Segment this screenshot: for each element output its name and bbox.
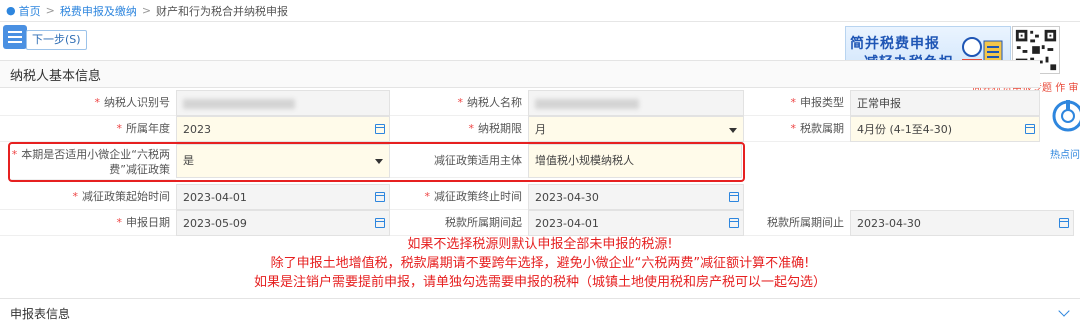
- policy-end-label-text: 减征政策终止时间: [434, 190, 522, 203]
- tax-period-field[interactable]: 4月份 (4-1至4-30): [850, 116, 1040, 142]
- taxpayer-name-label-text: 纳税人名称: [467, 96, 522, 109]
- period-label: * 纳税期限: [390, 116, 528, 142]
- taxpayer-id-label: * 纳税人识别号: [0, 90, 176, 116]
- form-row-1: * 纳税人识别号 * 纳税人名称 * 申报类型 正常申报: [0, 90, 1080, 116]
- section-taxpayer-info-title: 纳税人基本信息: [0, 60, 1040, 88]
- redacted-value: [535, 99, 639, 109]
- filing-notice: 如果不选择税源则默认申报全部未申报的税源! 除了申报土地增值税，税款属期请不要跨…: [0, 235, 1080, 292]
- chevron-down-icon[interactable]: [1058, 305, 1070, 317]
- calendar-icon[interactable]: [729, 218, 739, 228]
- calendar-icon[interactable]: [729, 192, 739, 202]
- calendar-icon[interactable]: [375, 218, 385, 228]
- policy-end-field: 2023-04-30: [528, 184, 744, 210]
- taxpayer-name-label: * 纳税人名称: [390, 90, 528, 116]
- period-label-text: 纳税期限: [478, 122, 522, 135]
- year-value: 2023: [183, 123, 211, 136]
- filing-date-value: 2023-05-09: [183, 217, 247, 230]
- form-row-5: * 申报日期 2023-05-09 税款所属期间起 2023-04-01 税款所属…: [0, 210, 1080, 236]
- calendar-icon[interactable]: [375, 124, 385, 134]
- period-start-field: 2023-04-01: [528, 210, 744, 236]
- filing-type-label: * 申报类型: [744, 90, 850, 116]
- required-icon: *: [790, 96, 797, 109]
- required-icon: *: [424, 190, 431, 203]
- required-icon: *: [94, 96, 101, 109]
- tax-period-label: * 税款属期: [744, 116, 850, 142]
- form-row-2: * 所属年度 2023 * 纳税期限 月 * 税款属期 4月份 (4-1至4-30): [0, 116, 1080, 142]
- calendar-icon[interactable]: [1059, 218, 1069, 228]
- tax-period-label-text: 税款属期: [800, 122, 844, 135]
- section-filing-table-header[interactable]: 申报表信息: [0, 298, 1080, 327]
- form-row-4: * 减征政策起始时间 2023-04-01 * 减征政策终止时间 2023-04-3…: [0, 184, 1080, 210]
- year-field[interactable]: 2023: [176, 116, 390, 142]
- filing-date-field: 2023-05-09: [176, 210, 390, 236]
- redacted-value: [183, 99, 295, 109]
- menu-toggle-button[interactable]: [3, 25, 27, 49]
- chevron-down-icon[interactable]: [729, 128, 737, 133]
- breadcrumb-tax-filing[interactable]: 税费申报及缴纳: [60, 3, 137, 19]
- period-end-value: 2023-04-30: [857, 217, 921, 230]
- period-start-label: 税款所属期间起: [390, 210, 528, 236]
- required-icon: *: [457, 96, 464, 109]
- section-filing-table-title: 申报表信息: [10, 306, 71, 321]
- filing-date-label-text: 申报日期: [126, 216, 170, 229]
- breadcrumb-home[interactable]: 首页: [19, 3, 41, 19]
- policy-start-value: 2023-04-01: [183, 191, 247, 204]
- breadcrumb-separator: >: [45, 4, 55, 17]
- policy-end-label: * 减征政策终止时间: [390, 184, 528, 210]
- policy-end-value: 2023-04-30: [535, 191, 599, 204]
- notice-line-2: 除了申报土地增值税，税款属期请不要跨年选择，避免小微企业“六税两费”减征额计算不…: [270, 256, 810, 271]
- period-end-field: 2023-04-30: [850, 210, 1074, 236]
- notice-line-3: 如果是注销户需要提前申报，请单独勾选需要申报的税种（城镇土地使用税和房产税可以一…: [253, 275, 826, 290]
- year-label: * 所属年度: [0, 116, 176, 142]
- menu-icon: [8, 31, 22, 43]
- required-icon: *: [468, 122, 475, 135]
- taxpayer-name-field: [528, 90, 744, 116]
- policy-start-label: * 减征政策起始时间: [0, 184, 176, 210]
- location-pin-icon: ●: [6, 4, 16, 17]
- required-icon: *: [72, 190, 79, 203]
- required-icon: *: [116, 216, 123, 229]
- policy-start-field: 2023-04-01: [176, 184, 390, 210]
- breadcrumb-current: 财产和行为税合并纳税申报: [156, 4, 289, 18]
- filing-type-field: 正常申报: [850, 90, 1040, 116]
- taxpayer-id-field: [176, 90, 390, 116]
- period-value: 月: [535, 123, 546, 136]
- notice-line-1: 如果不选择税源则默认申报全部未申报的税源!: [407, 237, 673, 252]
- taxpayer-id-label-text: 纳税人识别号: [104, 96, 170, 109]
- next-step-button[interactable]: 下一步(S): [26, 30, 87, 50]
- calendar-icon[interactable]: [375, 192, 385, 202]
- filing-date-label: * 申报日期: [0, 210, 176, 236]
- period-select[interactable]: 月: [528, 116, 744, 142]
- required-icon: *: [116, 122, 123, 135]
- period-end-label: 税款所属期间止: [744, 210, 850, 236]
- required-icon: *: [790, 122, 797, 135]
- breadcrumb-separator: >: [141, 4, 152, 17]
- promo-line1: 简并税费申报: [850, 36, 940, 52]
- highlight-annotation-box: [8, 142, 745, 182]
- tax-period-value: 4月份 (4-1至4-30): [857, 123, 953, 136]
- period-start-value: 2023-04-01: [535, 217, 599, 230]
- calendar-icon[interactable]: [1025, 124, 1035, 134]
- filing-type-label-text: 申报类型: [800, 96, 844, 109]
- breadcrumb: ● 首页 > 税费申报及缴纳 > 财产和行为税合并纳税申报: [0, 0, 1080, 22]
- policy-start-label-text: 减征政策起始时间: [82, 190, 170, 203]
- year-label-text: 所属年度: [126, 122, 170, 135]
